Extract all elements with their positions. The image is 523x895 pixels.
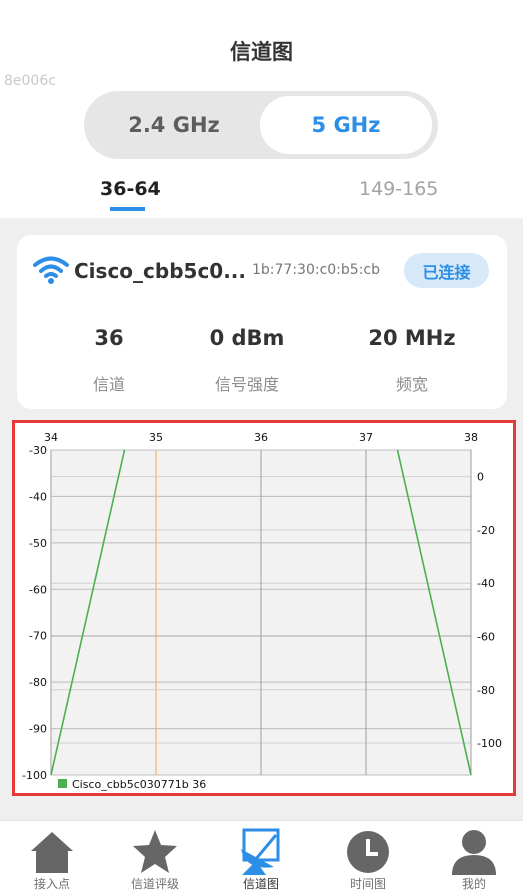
nav-label-channel-graph: 信道图 xyxy=(242,877,279,891)
band-segmented-control: 2.4 GHz 5 GHz xyxy=(84,91,438,159)
nav-item-channel-graph[interactable]: 信道图 xyxy=(209,821,313,895)
y-left-tick-label: -50 xyxy=(29,537,47,550)
network-ssid: Cisco_cbb5c0... xyxy=(74,259,247,283)
y-right-tick-label: -20 xyxy=(477,524,495,537)
y-right-tick-label: -60 xyxy=(477,630,495,643)
legend-swatch xyxy=(58,779,67,788)
y-right-tick-label: -80 xyxy=(477,684,495,697)
nav-item-time-graph[interactable]: 时间图 xyxy=(316,821,420,895)
tab-channel-range-36-64[interactable]: 36-64 xyxy=(100,178,161,200)
x-top-tick-label: 35 xyxy=(149,431,163,444)
y-right-tick-label: -40 xyxy=(477,577,495,590)
x-top-tick-label: 36 xyxy=(254,431,268,444)
clock-icon xyxy=(347,831,389,873)
page-title: 信道图 xyxy=(230,40,293,64)
y-left-tick-label: -100 xyxy=(22,769,47,782)
active-tab-indicator xyxy=(110,207,145,211)
x-top-tick-label: 38 xyxy=(464,431,478,444)
nav-label-time-graph: 时间图 xyxy=(349,877,386,891)
connected-status-badge: 已连接 xyxy=(404,253,489,288)
network-bssid: 1b:77:30:c0:b5:cb xyxy=(252,262,380,278)
bandwidth-label: 频宽 xyxy=(395,375,428,394)
bandwidth-value: 20 MHz xyxy=(368,326,456,350)
channel-value: 36 xyxy=(94,326,124,350)
y-left-tick-label: -30 xyxy=(29,444,47,457)
connected-network-card[interactable]: Cisco_cbb5c0... 1b:77:30:c0:b5:cb 已连接 36… xyxy=(17,235,507,409)
channel-label: 信道 xyxy=(92,375,125,394)
bottom-navigation: 接入点 信道评级 信道图 时间图 我的 xyxy=(0,820,523,895)
radar-dish-icon xyxy=(241,828,280,875)
nav-label-channel-rating: 信道评级 xyxy=(130,877,179,891)
y-right-tick-label: 0 xyxy=(477,471,484,484)
y-left-tick-label: -40 xyxy=(29,490,47,503)
home-icon xyxy=(31,832,73,873)
user-icon xyxy=(452,830,496,875)
y-right-tick-label: -100 xyxy=(477,737,502,750)
watermark-text: 8e006c xyxy=(4,73,56,89)
channel-chart-svg: -30 -40 -50 -60 -70 -80 -90 -100 0 -20 -40 -60 -80 -1… xyxy=(22,431,502,791)
legend-label: Cisco_cbb5c030771b 36 xyxy=(72,778,206,791)
y-left-tick-label: -80 xyxy=(29,676,47,689)
signal-strength-value: 0 dBm xyxy=(209,326,285,350)
tab-channel-range-149-165[interactable]: 149-165 xyxy=(359,178,438,200)
tab-2-4ghz[interactable]: 2.4 GHz xyxy=(90,96,258,154)
signal-strength-label: 信号强度 xyxy=(214,375,279,394)
nav-item-channel-rating[interactable]: 信道评级 xyxy=(103,821,207,895)
nav-label-profile: 我的 xyxy=(461,877,486,891)
wifi-icon xyxy=(33,256,69,284)
star-icon xyxy=(133,830,177,873)
channel-chart[interactable]: -30 -40 -50 -60 -70 -80 -90 -100 0 -20 -40 -60 -80 -1… xyxy=(12,420,516,796)
header: 信道图 8e006c 2.4 GHz 5 GHz 36-64 149-165 xyxy=(0,0,523,218)
y-left-tick-label: -70 xyxy=(29,630,47,643)
y-left-tick-label: -60 xyxy=(29,583,47,596)
x-top-tick-label: 37 xyxy=(359,431,373,444)
x-top-tick-label: 34 xyxy=(44,431,58,444)
tab-5ghz[interactable]: 5 GHz xyxy=(260,96,432,154)
nav-item-access-points[interactable]: 接入点 xyxy=(0,821,104,895)
y-left-tick-label: -90 xyxy=(29,723,47,736)
nav-item-profile[interactable]: 我的 xyxy=(422,821,523,895)
nav-label-access-points: 接入点 xyxy=(33,877,70,891)
